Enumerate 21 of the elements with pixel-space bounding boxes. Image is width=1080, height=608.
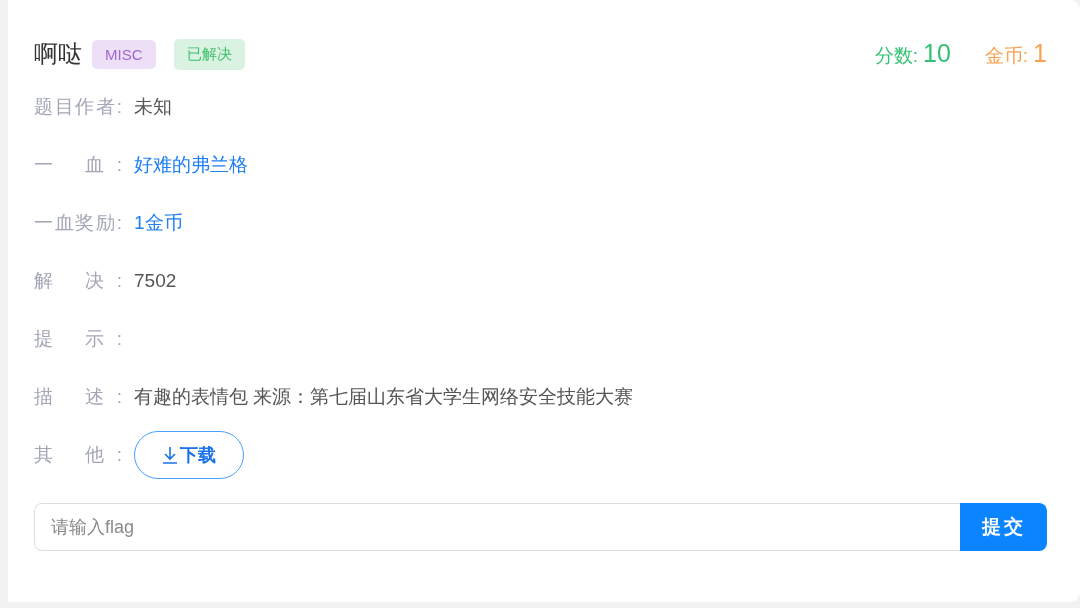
category-tag: 已解决 <box>173 38 245 70</box>
field-value: 有趣的表情包 来源：第七届山东省大学生网络安全技能大赛 <box>134 385 634 409</box>
flag-input[interactable]: 请输入flag <box>34 503 960 551</box>
field-label: 解 决: <box>34 269 122 293</box>
field-value: 7502 <box>134 270 177 292</box>
submit-button[interactable]: 提交 <box>960 503 1047 551</box>
coins-label: 金币: 1 <box>984 39 1047 69</box>
field-label: 描 述: <box>34 385 122 409</box>
field-label: 一 血: <box>34 153 122 177</box>
field-link[interactable]: 好难的弗兰格 <box>134 152 248 178</box>
field-label: 题目作者: <box>34 95 122 119</box>
field-link[interactable]: 1金币 <box>134 210 183 236</box>
field-label: 提 示: <box>34 327 122 351</box>
challenge-title: 啊哒 <box>34 39 82 69</box>
field-label: 一血奖励: <box>34 211 122 235</box>
category-tag: MISC <box>92 39 156 69</box>
download-button[interactable]: 下载 <box>134 431 244 479</box>
score-label: 分数: 10 <box>874 39 951 69</box>
field-label: 其 他: <box>34 443 122 467</box>
download-icon <box>162 446 178 464</box>
field-value: 未知 <box>134 95 172 119</box>
